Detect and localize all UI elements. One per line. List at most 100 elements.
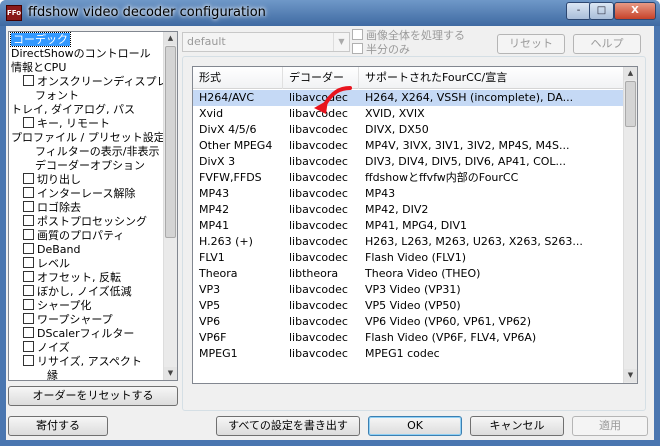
filter-enable-checkbox[interactable] (23, 229, 34, 240)
tree-item[interactable]: オンスクリーンディスプレイ (23, 75, 177, 89)
tree-item[interactable]: ぼかし, ノイズ低減 (23, 285, 132, 299)
tree-item[interactable]: インターレース解除 (23, 187, 135, 201)
maximize-button[interactable]: □ (589, 2, 614, 20)
title-bar[interactable]: FFo ffdshow video decoder configuration … (0, 0, 660, 26)
filter-enable-checkbox[interactable] (23, 173, 34, 184)
filter-enable-checkbox[interactable] (23, 215, 34, 226)
tree-item[interactable]: フィルターの表示/非表示 (35, 145, 160, 159)
filter-enable-checkbox[interactable] (23, 187, 34, 198)
tree-item[interactable]: フォント (35, 89, 79, 103)
scroll-up-arrow-icon[interactable]: ▲ (164, 32, 177, 45)
half-only-checkbox[interactable] (352, 43, 363, 54)
table-row[interactable]: DivX 3 libavcodec DIV3, DIV4, DIV5, DIV6, … (193, 154, 625, 170)
cell-decoder[interactable]: libavcodec (283, 298, 359, 314)
filter-enable-checkbox[interactable] (23, 201, 34, 212)
codec-list-scrollbar[interactable]: ▲ ▼ (623, 67, 637, 383)
table-row[interactable]: VP5 libavcodec VP5 Video (VP50) (193, 298, 625, 314)
filter-enable-checkbox[interactable] (23, 257, 34, 268)
tree-item[interactable]: DirectShowのコントロール (11, 47, 151, 61)
cell-decoder[interactable]: libavcodec (283, 202, 359, 218)
cell-decoder[interactable]: libavcodec (283, 170, 359, 186)
tree-item[interactable]: DeBand (23, 243, 80, 257)
tree-item[interactable]: プロファイル / プリセット設定 (11, 131, 165, 145)
filter-enable-checkbox[interactable] (23, 243, 34, 254)
cell-decoder[interactable]: libavcodec (283, 250, 359, 266)
cell-decoder[interactable]: libavcodec (283, 346, 359, 362)
tree-item[interactable]: シャープ化 (23, 299, 91, 313)
tree-item[interactable]: トレイ, ダイアログ, パス (11, 103, 135, 117)
cell-decoder[interactable]: libavcodec (283, 218, 359, 234)
ffdshow-app-icon[interactable]: FFo (6, 5, 22, 21)
write-all-settings-button[interactable]: すべての設定を書き出す (216, 416, 360, 436)
tree-item[interactable]: 切り出し (23, 173, 81, 187)
filter-enable-checkbox[interactable] (23, 75, 34, 86)
table-row[interactable]: FLV1 libavcodec Flash Video (FLV1) (193, 250, 625, 266)
tree-item[interactable]: デコーダーオプション (35, 159, 145, 173)
table-row[interactable]: MP43 libavcodec MP43 (193, 186, 625, 202)
filter-enable-checkbox[interactable] (23, 271, 34, 282)
tree-item[interactable]: キー, リモート (23, 117, 110, 131)
cell-decoder[interactable]: libavcodec (283, 282, 359, 298)
tree-item[interactable]: ポストプロセッシング (23, 215, 147, 229)
scroll-down-arrow-icon[interactable]: ▼ (164, 367, 177, 380)
table-row[interactable]: Theora libtheora Theora Video (THEO) (193, 266, 625, 282)
donate-button[interactable]: 寄付する (8, 416, 108, 436)
cell-decoder[interactable]: libavcodec (283, 330, 359, 346)
filter-enable-checkbox[interactable] (23, 341, 34, 352)
table-row[interactable]: MPEG1 libavcodec MPEG1 codec (193, 346, 625, 362)
cell-decoder[interactable]: libavcodec (283, 154, 359, 170)
half-only-option[interactable]: 半分のみ (352, 43, 410, 56)
scroll-up-arrow-icon[interactable]: ▲ (624, 67, 637, 80)
filter-enable-checkbox[interactable] (23, 117, 34, 128)
table-row[interactable]: MP42 libavcodec MP42, DIV2 (193, 202, 625, 218)
column-fourcc[interactable]: サポートされたFourCC/宣言 (359, 67, 625, 89)
tree-item[interactable]: 情報とCPU (11, 61, 66, 75)
help-button[interactable]: ヘルプ (573, 34, 641, 54)
cell-decoder[interactable]: libavcodec (283, 138, 359, 154)
settings-tree[interactable]: コーデック DirectShowのコントロール 情報とCPU オンスクリーンディスプレ… (8, 31, 178, 381)
tree-item[interactable]: DScalerフィルター (23, 327, 134, 341)
filter-enable-checkbox[interactable] (23, 355, 34, 366)
tree-item[interactable]: ノイズ (23, 341, 70, 355)
filter-enable-checkbox[interactable] (23, 285, 34, 296)
table-row[interactable]: VP6 libavcodec VP6 Video (VP60, VP61, VP62… (193, 314, 625, 330)
table-row[interactable]: Other MPEG4 libavcodec MP4V, 3IVX, 3IV1, 3… (193, 138, 625, 154)
reset-order-button[interactable]: オーダーをリセットする (8, 386, 178, 406)
tree-scrollbar[interactable]: ▲ ▼ (163, 32, 177, 380)
tree-scrollbar-thumb[interactable] (165, 46, 176, 238)
process-whole-checkbox[interactable] (352, 29, 363, 40)
table-row[interactable]: FVFW,FFDS libavcodec ffdshowとffvfw内部のFourC… (193, 170, 625, 186)
scroll-down-arrow-icon[interactable]: ▼ (624, 369, 637, 382)
tree-item[interactable]: 画質のプロパティ (23, 229, 124, 243)
table-row[interactable]: Xvid libavcodec XVID, XVIX (193, 106, 625, 122)
close-button[interactable]: X (614, 2, 656, 20)
table-row[interactable]: H.263 (+) libavcodec H263, L263, M263, U26… (193, 234, 625, 250)
cell-decoder[interactable]: libavcodec (283, 234, 359, 250)
codec-list[interactable]: 形式 デコーダー サポートされたFourCC/宣言 H264/AVC libavc… (192, 66, 638, 384)
preset-dropdown[interactable]: default ▼ (182, 32, 350, 52)
tree-item[interactable]: レベル (23, 257, 70, 271)
tree-item[interactable]: 縁 (47, 369, 58, 380)
reset-button[interactable]: リセット (497, 34, 565, 54)
codec-list-scrollbar-thumb[interactable] (625, 81, 636, 127)
table-row[interactable]: VP3 libavcodec VP3 Video (VP31) (193, 282, 625, 298)
cell-decoder[interactable]: libavcodec (283, 186, 359, 202)
filter-enable-checkbox[interactable] (23, 327, 34, 338)
filter-enable-checkbox[interactable] (23, 299, 34, 310)
table-row[interactable]: H264/AVC libavcodec H264, X264, VSSH (inco… (193, 90, 625, 106)
table-row[interactable]: MP41 libavcodec MP41, MPG4, DIV1 (193, 218, 625, 234)
dropdown-arrow-icon[interactable]: ▼ (333, 33, 349, 51)
column-format[interactable]: 形式 (193, 67, 283, 89)
cell-decoder[interactable]: libtheora (283, 266, 359, 282)
tree-item[interactable]: ワープシャープ (23, 313, 113, 327)
table-row[interactable]: VP6F libavcodec Flash Video (VP6F, FLV4, V… (193, 330, 625, 346)
cell-decoder[interactable]: libavcodec (283, 314, 359, 330)
minimize-button[interactable]: - (566, 2, 591, 20)
tree-item[interactable]: コーデック (10, 32, 71, 47)
table-row[interactable]: DivX 4/5/6 libavcodec DIVX, DX50 (193, 122, 625, 138)
tree-item[interactable]: ロゴ除去 (23, 201, 81, 215)
tree-item[interactable]: オフセット, 反転 (23, 271, 121, 285)
process-whole-image-option[interactable]: 画像全体を処理する (352, 29, 465, 42)
tree-item[interactable]: リサイズ, アスペクト (23, 355, 142, 369)
cancel-button[interactable]: キャンセル (470, 416, 564, 436)
